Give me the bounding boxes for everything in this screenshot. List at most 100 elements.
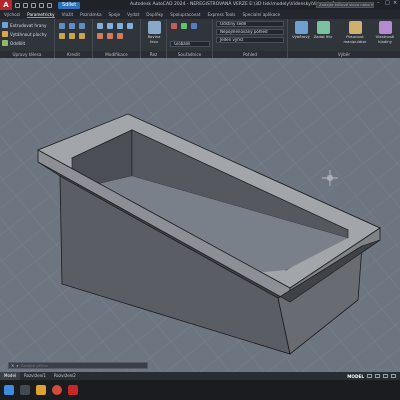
tab-7[interactable]: Spolupracovat [170, 12, 200, 17]
ribbon-group-section: Rovina řezu Řez [141, 19, 167, 58]
layout-tab-2[interactable]: Rozvržení2 [50, 372, 80, 380]
separate-icon [2, 40, 8, 46]
coordinate-system-select[interactable]: Globální [170, 41, 210, 47]
tab-6[interactable]: Doplňky [146, 12, 163, 17]
pull-faces-button[interactable]: Vytáhnout plochy [2, 31, 47, 37]
move-icon[interactable] [97, 23, 103, 29]
section-plane-icon [147, 21, 161, 34]
ribbon-group-label: Pohled [213, 51, 287, 58]
polyline-icon[interactable] [59, 33, 65, 39]
command-search-icon[interactable]: ⌕ [16, 363, 18, 368]
autocad-taskbar-icon[interactable] [68, 385, 78, 395]
tab-0[interactable]: Výchozí [4, 12, 20, 17]
task-view-icon[interactable] [20, 385, 30, 395]
ribbon-group-label: Kreslit [55, 51, 92, 58]
copy-icon[interactable] [117, 23, 123, 29]
selection-cycling-button[interactable]: Výběrový [290, 21, 312, 49]
grid-line [369, 348, 400, 372]
cursor-icon [294, 21, 308, 34]
sphere-icon[interactable] [79, 23, 85, 29]
chrome-icon[interactable] [52, 385, 62, 395]
tab-2[interactable]: Vložit [62, 12, 74, 17]
ucs-view-icon[interactable] [191, 23, 197, 29]
tab-1[interactable]: Parametricky [27, 12, 55, 18]
move-gizmo-button[interactable]: Posunout manipulátor [340, 21, 370, 49]
ribbon-group-label: Úpravy tělesa [0, 51, 54, 58]
start-menu-icon[interactable] [4, 385, 14, 395]
command-line[interactable]: × ⌕ [8, 362, 148, 369]
redo-icon[interactable] [47, 2, 52, 8]
layout-tab-1[interactable]: Rozvržení1 [20, 372, 50, 380]
ribbon-group-view: Odstíny šedé Nepojmenovaný pohled Jeden … [213, 19, 288, 58]
mirror-icon[interactable] [127, 23, 133, 29]
ribbon-group-solid-editing: Extrudovat hrany Vytáhnout plochy Odděli… [0, 19, 55, 58]
new-file-icon[interactable] [15, 2, 20, 8]
crosshair-cursor [322, 170, 338, 186]
layout-tab-0[interactable]: Model [0, 372, 21, 380]
separate-button[interactable]: Oddělit [2, 40, 25, 46]
model-space-canvas[interactable] [0, 58, 400, 372]
ribbon-group-selection: Výběrový Zadat filtr Posunout manipuláto… [288, 19, 400, 58]
tab-4[interactable]: Spoje [109, 12, 121, 17]
ribbon-group-label: Modifikace [93, 51, 140, 58]
close-icon[interactable]: × [393, 1, 398, 6]
window-title: Autodesk AutoCAD 2024 - NEREGISTROVANÁ V… [130, 2, 347, 7]
extrude-edges-button[interactable]: Extrudovat hrany [2, 22, 46, 28]
extrude-icon [2, 22, 8, 28]
tab-9[interactable]: Specialní aplikace [242, 12, 280, 17]
ucs-icon[interactable] [171, 23, 177, 29]
ribbon-group-draw: Kreslit [55, 19, 93, 58]
filter-button[interactable]: Zadat filtr [312, 21, 334, 49]
maximize-icon[interactable]: □ [385, 1, 390, 6]
rotate-icon[interactable] [107, 23, 113, 29]
status-bar: Model Rozvržení1 Rozvržení2 MODEL [0, 372, 400, 380]
array-icon[interactable] [117, 33, 123, 39]
grid-line [0, 58, 57, 103]
save-icon[interactable] [31, 2, 36, 8]
ortho-toggle-icon[interactable] [383, 374, 388, 378]
tab-5[interactable]: Vydat [127, 12, 139, 17]
grid-line [377, 58, 400, 85]
grid-toggle-icon[interactable] [367, 374, 372, 378]
model-space-toggle[interactable]: MODEL [347, 374, 364, 379]
rectangle-icon[interactable] [79, 33, 85, 39]
solid-tray-model[interactable] [37, 113, 381, 355]
layer-properties-button[interactable]: Vlastnosti hladiny [372, 21, 398, 49]
tab-8[interactable]: Express Tools [207, 12, 235, 17]
drawing-viewport[interactable]: PŘÍKAZ:PŘÍKAZ:PŘÍKAZ: *Storno* [0, 58, 400, 372]
cylinder-icon[interactable] [69, 23, 75, 29]
snap-toggle-icon[interactable] [375, 374, 380, 378]
viewport-config-select[interactable]: Jeden výřez [216, 37, 284, 43]
close-command-icon[interactable]: × [11, 363, 14, 368]
layers-icon [378, 21, 392, 34]
ucs-origin-icon[interactable] [181, 23, 187, 29]
grid-line [0, 58, 23, 76]
erase-icon[interactable] [97, 33, 103, 39]
application-menu-button[interactable]: A [0, 0, 12, 10]
fillet-icon[interactable] [107, 33, 113, 39]
ribbon-group-modify: Modifikace [93, 19, 141, 58]
ribbon-tabs: Výchozí Parametricky Vložit Poznámka Spoje Vy… [0, 10, 400, 19]
quick-access-toolbar: Sdílet [15, 1, 81, 9]
command-input[interactable] [20, 363, 131, 368]
named-view-select[interactable]: Nepojmenovaný pohled [216, 29, 284, 35]
share-button[interactable]: Sdílet [58, 1, 81, 9]
undo-icon[interactable] [39, 2, 44, 8]
section-plane-button[interactable]: Rovina řezu [143, 21, 165, 49]
open-folder-icon[interactable] [23, 2, 28, 8]
status-toggles: MODEL [347, 372, 396, 380]
file-explorer-icon[interactable] [36, 385, 46, 395]
ribbon-group-label: Řez [141, 51, 166, 58]
os-taskbar [0, 380, 400, 400]
window-controls: – □ × [377, 1, 398, 6]
tab-3[interactable]: Poznámka [80, 12, 101, 17]
customize-icon[interactable] [391, 374, 396, 378]
ribbon-panel: Extrudovat hrany Vytáhnout plochy Odděli… [0, 19, 400, 58]
circle-icon[interactable] [69, 33, 75, 39]
search-input[interactable]: Zadejte klíčové slovo nebo frázi [316, 2, 374, 8]
title-bar: A Sdílet Autodesk AutoCAD 2024 - NEREGIS… [0, 0, 400, 10]
minimize-icon[interactable]: – [377, 1, 382, 6]
box-icon[interactable] [59, 23, 65, 29]
ribbon-group-label: Výběr [288, 51, 400, 58]
visual-style-select[interactable]: Odstíny šedé [216, 21, 284, 27]
